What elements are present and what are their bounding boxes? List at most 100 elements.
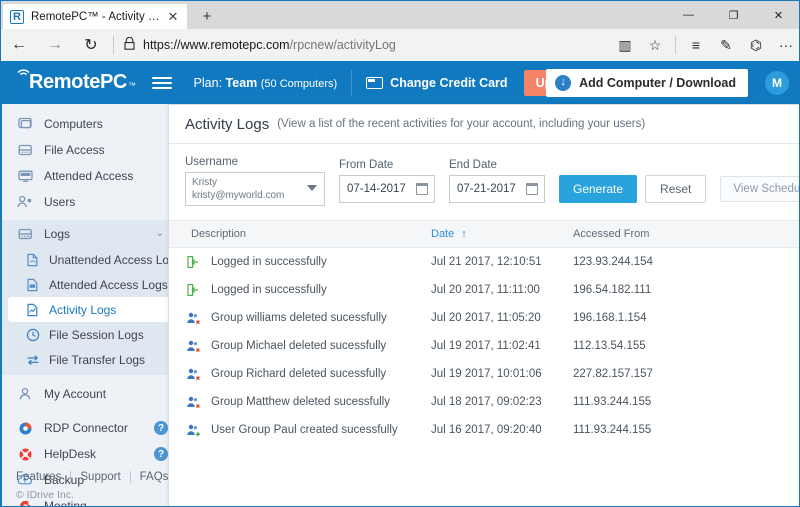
column-header-date[interactable]: Date ↑ — [431, 228, 573, 240]
monitor-icon — [16, 115, 34, 133]
group-add-icon — [185, 422, 201, 438]
help-icon[interactable]: ? — [154, 421, 168, 435]
table-row[interactable]: Group Richard deleted sucessfully Jul 19… — [169, 360, 799, 388]
logs-icon — [16, 225, 34, 243]
chevron-down-icon[interactable]: ⌄ — [156, 228, 164, 239]
end-date-input[interactable]: 07-21-2017 — [449, 175, 545, 203]
remotepc-logo[interactable]: RemotePC ™ — [16, 69, 136, 94]
browser-window: R RemotePC™ - Activity Logs ✕ + — ❐ ✕ ← … — [0, 0, 800, 507]
header-divider — [351, 69, 353, 96]
row-description: User Group Paul created sucessfully — [211, 424, 398, 436]
generate-button[interactable]: Generate — [559, 175, 638, 203]
table-row[interactable]: Logged in successfully Jul 20 2017, 11:1… — [169, 276, 799, 304]
group-delete-icon — [185, 366, 201, 382]
browser-tab[interactable]: R RemotePC™ - Activity Logs ✕ — [3, 4, 187, 29]
change-credit-card-link[interactable]: Change Credit Card — [366, 75, 508, 90]
sidebar-label: File Access — [44, 143, 105, 157]
from-date-label: From Date — [339, 159, 394, 171]
help-icon[interactable]: ? — [154, 447, 168, 461]
sidebar-label: Computers — [44, 117, 103, 131]
table-row[interactable]: Group Michael deleted sucessfully Jul 19… — [169, 332, 799, 360]
minimize-button[interactable]: — — [666, 1, 711, 29]
footer-link-features[interactable]: Features — [16, 471, 61, 483]
row-description: Group williams deleted sucessfully — [211, 312, 387, 324]
sidebar-item-unattended-access-logs[interactable]: Unattended Access Logs — [2, 247, 182, 272]
from-date-field-group: From Date 07-14-2017 — [339, 159, 435, 206]
group-delete-icon — [185, 310, 201, 326]
web-note-icon[interactable]: ✎ — [711, 29, 741, 61]
sidebar-sublist-logs: Unattended Access Logs Attended Access L… — [2, 247, 182, 375]
table-row[interactable]: Logged in successfully Jul 21 2017, 12:1… — [169, 248, 799, 276]
toolbar-divider — [113, 36, 114, 54]
from-date-value: 07-14-2017 — [347, 183, 406, 195]
refresh-button[interactable]: ↻ — [73, 29, 109, 61]
user-avatar[interactable]: M — [765, 71, 789, 95]
calendar-icon[interactable] — [526, 183, 538, 195]
tab-close-icon[interactable]: ✕ — [165, 9, 181, 25]
username-value-name: Kristy — [192, 177, 217, 188]
reading-list-icon[interactable]: ≡ — [681, 29, 711, 61]
add-computer-button[interactable]: Add Computer / Download — [546, 69, 748, 97]
row-date: Jul 20 2017, 11:05:20 — [431, 312, 541, 324]
forward-button[interactable]: → — [37, 29, 73, 61]
view-scheduled-reports-button[interactable]: View Scheduled Reports — [720, 176, 799, 202]
table-row[interactable]: User Group Paul created sucessfully Jul … — [169, 416, 799, 444]
column-header-accessed-from[interactable]: Accessed From — [573, 228, 753, 240]
row-description: Group Richard deleted sucessfully — [211, 368, 387, 380]
footer-link-support[interactable]: Support — [80, 471, 120, 483]
row-accessed-from: 227.82.157.157 — [573, 368, 653, 380]
sidebar-item-users[interactable]: Users — [2, 189, 178, 215]
row-description: Group Michael deleted sucessfully — [211, 340, 387, 352]
calendar-icon[interactable] — [416, 183, 428, 195]
dropdown-caret-icon[interactable] — [307, 185, 317, 191]
filters-bar: Username Kristy kristy@myworld.com From … — [169, 144, 799, 206]
url-host: https://www.remotepc.com — [143, 38, 290, 52]
sidebar-item-activity-logs[interactable]: Activity Logs — [8, 297, 172, 322]
menu-hamburger-icon[interactable] — [151, 76, 172, 89]
table-row[interactable]: Group williams deleted sucessfully Jul 2… — [169, 304, 799, 332]
lock-icon — [124, 36, 135, 53]
end-date-label: End Date — [449, 159, 497, 171]
address-bar[interactable]: https://www.remotepc.com/rpcnew/activity… — [118, 29, 610, 61]
new-tab-button[interactable]: + — [195, 6, 219, 28]
sidebar-item-my-account[interactable]: My Account — [2, 381, 178, 407]
sidebar-item-helpdesk[interactable]: HelpDesk ? — [2, 441, 178, 467]
sidebar-label: File Transfer Logs — [49, 352, 146, 367]
app-header: RemotePC ™ Plan: Team (50 Computers) Cha… — [2, 61, 799, 104]
close-window-button[interactable]: ✕ — [756, 1, 799, 29]
page-title: Activity Logs — [185, 115, 270, 133]
row-accessed-from: 111.93.244.155 — [573, 396, 652, 408]
back-button[interactable]: ← — [1, 29, 37, 61]
remotepc-favicon-icon: R — [9, 9, 25, 25]
footer-divider — [70, 471, 72, 483]
sidebar-item-attended-access[interactable]: Attended Access — [2, 163, 178, 189]
sidebar-item-rdp-connector[interactable]: RDP Connector ? — [2, 415, 178, 441]
from-date-input[interactable]: 07-14-2017 — [339, 175, 435, 203]
table-row[interactable]: Group Matthew deleted sucessfully Jul 18… — [169, 388, 799, 416]
more-options-icon[interactable]: ··· — [771, 29, 799, 61]
username-select[interactable]: Kristy kristy@myworld.com — [185, 172, 325, 206]
add-computer-label: Add Computer / Download — [579, 76, 736, 90]
activity-logs-card: Activity Logs (View a list of the recent… — [168, 104, 799, 506]
row-date: Jul 20 2017, 11:11:00 — [431, 284, 540, 296]
share-icon[interactable]: ⌬ — [741, 29, 771, 61]
sidebar-item-computers[interactable]: Computers — [2, 111, 178, 137]
tab-title: RemotePC™ - Activity Logs — [31, 10, 165, 23]
sidebar-item-file-transfer-logs[interactable]: File Transfer Logs — [2, 347, 178, 372]
row-date: Jul 21 2017, 12:10:51 — [431, 256, 542, 268]
download-icon — [555, 75, 572, 91]
favorites-star-icon[interactable]: ☆ — [640, 29, 670, 61]
change-credit-card-label: Change Credit Card — [390, 75, 508, 90]
sidebar-item-file-session-logs[interactable]: File Session Logs — [2, 322, 178, 347]
reset-button[interactable]: Reset — [645, 175, 707, 203]
maximize-button[interactable]: ❐ — [711, 1, 756, 29]
reading-view-icon[interactable]: ▥ — [610, 29, 640, 61]
sidebar-item-attended-access-logs[interactable]: Attended Access Logs — [2, 272, 178, 297]
file-access-icon — [16, 141, 34, 159]
column-header-description[interactable]: Description — [169, 228, 431, 240]
sidebar-group-logs[interactable]: Logs ⌄ — [2, 220, 178, 247]
footer-link-faqs[interactable]: FAQs — [140, 471, 169, 483]
wifi-signal-icon — [16, 69, 30, 88]
sidebar-item-file-access[interactable]: File Access — [2, 137, 178, 163]
sidebar-footer-links: Features Support FAQs — [2, 471, 178, 483]
